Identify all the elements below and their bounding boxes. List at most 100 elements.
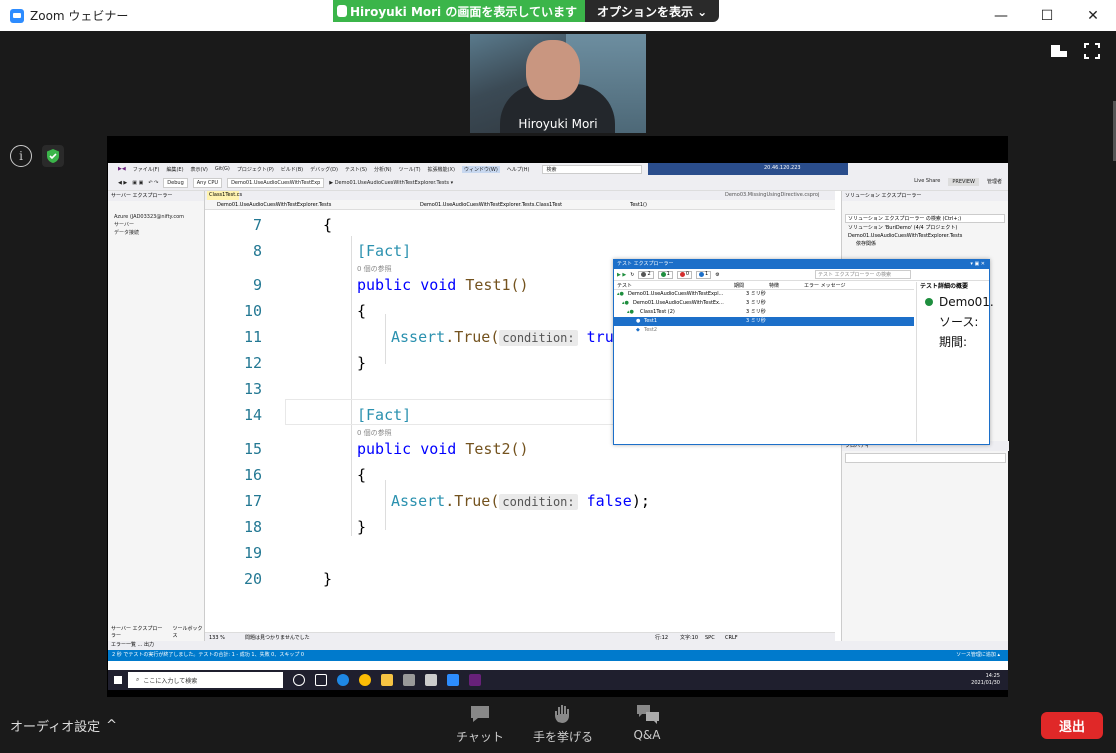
code-lens-refs[interactable]: 0 個の参照: [357, 428, 392, 438]
test-row-selected[interactable]: ● Test1 3 ミリ秒: [614, 317, 914, 326]
store-icon[interactable]: [403, 674, 415, 686]
nav-class-dropdown[interactable]: Demo01.UseAudioCuesWithTestExplorer.Test…: [420, 200, 562, 210]
qa-button[interactable]: Q&A: [612, 704, 682, 742]
audio-settings-button[interactable]: オーディオ設定 ^: [10, 716, 117, 735]
participant-video[interactable]: Hiroyuki Mori: [470, 34, 646, 133]
leave-button[interactable]: 退出: [1041, 712, 1103, 739]
test-explorer-titlebar: テスト エクスプローラー ▾ ▣ ✕: [614, 260, 989, 269]
tab-server-explorer[interactable]: サーバー エクスプローラー: [111, 625, 167, 639]
tree-item-data-connections[interactable]: データ接続: [108, 229, 204, 237]
maximize-button[interactable]: ☐: [1024, 0, 1070, 31]
tree-item-dependencies[interactable]: 依存関係: [842, 240, 1008, 248]
tree-item-azure[interactable]: Azure (JAD03323@nifty.com: [108, 213, 204, 221]
view-options-button[interactable]: オプションを表示 ⌄: [585, 0, 720, 22]
solution-search-input[interactable]: ソリューション エクスプローラー の検索 (Ctrl+;): [845, 214, 1005, 223]
cortana-icon[interactable]: [293, 674, 305, 686]
line-number: 20: [243, 570, 262, 588]
test-row[interactable]: ◆ Test2: [614, 326, 914, 335]
menu-help[interactable]: ヘルプ(H): [507, 166, 530, 173]
nav-member-dropdown[interactable]: Test1(): [630, 200, 647, 210]
menu-build[interactable]: ビルド(B): [281, 166, 303, 173]
shared-screen[interactable]: ▶◀ ファイル(F) 編集(E) 表示(V) Git(G) プロジェクト(P) …: [107, 136, 1009, 698]
system-tray[interactable]: 14:25 2021/01/30: [971, 673, 1000, 687]
detail-duration: 期間:: [939, 335, 968, 349]
save-icon[interactable]: ▣ ▣: [132, 180, 143, 186]
test-row[interactable]: ▴● Class1Test (2) 3 ミリ秒: [614, 308, 914, 317]
menu-view[interactable]: 表示(V): [191, 166, 208, 173]
repeat-icon[interactable]: ↻: [630, 272, 634, 278]
config-dropdown[interactable]: Debug: [163, 177, 188, 188]
vs-search-input[interactable]: 検索: [542, 164, 643, 174]
menu-tools[interactable]: ツール(T): [399, 166, 421, 173]
security-shield-icon[interactable]: [42, 145, 64, 167]
chat-button[interactable]: チャット: [445, 704, 515, 745]
meeting-info-icon[interactable]: i: [10, 145, 32, 167]
test-row[interactable]: ▴● Demo01.UseAudioCuesWithTestEx... 3 ミリ秒: [614, 299, 914, 308]
explorer-icon[interactable]: [381, 674, 393, 686]
code-nav-bar: Demo01.UseAudioCuesWithTestExplorer.Test…: [205, 200, 835, 210]
zoom-app-icon[interactable]: [447, 674, 459, 686]
close-icon[interactable]: ▾ ▣ ✕: [970, 260, 985, 269]
minimize-button[interactable]: —: [978, 0, 1024, 31]
run-all-icon[interactable]: ▶ ▶: [617, 272, 626, 278]
passed-count[interactable]: 1: [657, 270, 673, 279]
back-forward-icon[interactable]: ◀ ▶: [118, 180, 127, 186]
menu-window[interactable]: ウィンドウ(W): [461, 165, 500, 173]
menu-project[interactable]: プロジェクト(P): [237, 166, 274, 173]
code-line: public void Test1(): [357, 276, 529, 294]
tree-item-solution[interactable]: ソリューション 'BuriDemo' (4/4 プロジェクト): [842, 224, 1008, 232]
preview-badge[interactable]: PREVIEW: [948, 178, 979, 186]
code-line: public void Test2(): [357, 440, 529, 458]
menu-analyze[interactable]: 分析(N): [374, 166, 392, 173]
tree-item-servers[interactable]: サーバー: [108, 221, 204, 229]
output-tabs[interactable]: エラー一覧 ... 出力: [108, 641, 1008, 650]
editor-tabs: Class1Test.cs Demo03.MissingUsingDirecti…: [205, 191, 835, 200]
zoom-logo-icon: [10, 8, 24, 23]
windows-start-icon[interactable]: [108, 676, 128, 684]
fullscreen-icon[interactable]: [1084, 43, 1102, 59]
tab-class1test[interactable]: Class1Test.cs: [207, 191, 242, 200]
chrome-icon[interactable]: [359, 674, 371, 686]
share-banner: Hiroyuki Mori の画面を表示しています オプションを表示 ⌄: [333, 0, 720, 22]
settings-icon[interactable]: ⚙: [715, 272, 719, 278]
edge-icon[interactable]: [337, 674, 349, 686]
test-detail-summary: テスト詳細の概要 Demo01. ソース: 期間:: [916, 282, 994, 442]
view-layout-icon[interactable]: [1050, 43, 1068, 59]
server-explorer: サーバー エクスプローラー Azure (JAD03323@nifty.com …: [108, 191, 205, 641]
window-title: Zoom ウェビナー: [30, 9, 129, 23]
visual-studio-icon[interactable]: [469, 674, 481, 686]
failed-count[interactable]: 0: [676, 270, 693, 279]
line-number: 7: [252, 216, 262, 234]
project-dropdown[interactable]: Demo01.UseAudioCuesWithTestExp: [227, 177, 325, 188]
close-button[interactable]: ✕: [1070, 0, 1116, 31]
code-line: {: [357, 302, 367, 320]
test-search-input[interactable]: テスト エクスプローラー の検索: [815, 270, 911, 279]
code-line: }: [323, 570, 333, 588]
live-share-button[interactable]: Live Share: [914, 178, 940, 186]
menu-file[interactable]: ファイル(F): [133, 166, 160, 173]
app-icon[interactable]: [425, 674, 437, 686]
taskbar-search[interactable]: ⌕ ここに入力して検索: [128, 672, 283, 688]
tree-item-project[interactable]: Demo01.UseAudioCuesWithTestExplorer.Test…: [842, 232, 1008, 240]
task-view-icon[interactable]: [315, 674, 327, 686]
run-button[interactable]: ▶ Demo01.UseAudioCuesWithTestExplorer.Te…: [329, 180, 453, 186]
properties-dropdown[interactable]: [845, 453, 1006, 463]
menu-git[interactable]: Git(G): [215, 166, 230, 172]
menu-extensions[interactable]: 拡張機能(X): [428, 166, 455, 173]
tab-toolbox[interactable]: ツールボックス: [173, 625, 205, 639]
raise-hand-button[interactable]: 手を挙げる: [528, 704, 598, 745]
menu-test[interactable]: テスト(S): [345, 166, 367, 173]
share-status-text: Hiroyuki Mori の画面を表示しています: [350, 4, 577, 19]
test-row[interactable]: ▴● Demo01.UseAudioCuesWithTestExpl... 3 ミリ…: [614, 290, 914, 299]
add-to-source-control[interactable]: ソース管理に追加 ▴: [956, 650, 1000, 661]
nav-project-dropdown[interactable]: Demo01.UseAudioCuesWithTestExplorer.Test…: [217, 200, 331, 210]
tab-csproj[interactable]: Demo03.MissingUsingDirective.csproj: [725, 191, 819, 200]
info-count[interactable]: 1: [696, 270, 712, 279]
menu-edit[interactable]: 編集(E): [166, 166, 183, 173]
line-number: 10: [243, 302, 262, 320]
undo-icon[interactable]: ↶ ↷: [148, 180, 158, 186]
menu-debug[interactable]: デバッグ(D): [310, 166, 338, 173]
total-count[interactable]: 2: [638, 270, 654, 279]
platform-dropdown[interactable]: Any CPU: [192, 177, 223, 188]
code-lens-refs[interactable]: 0 個の参照: [357, 264, 392, 274]
